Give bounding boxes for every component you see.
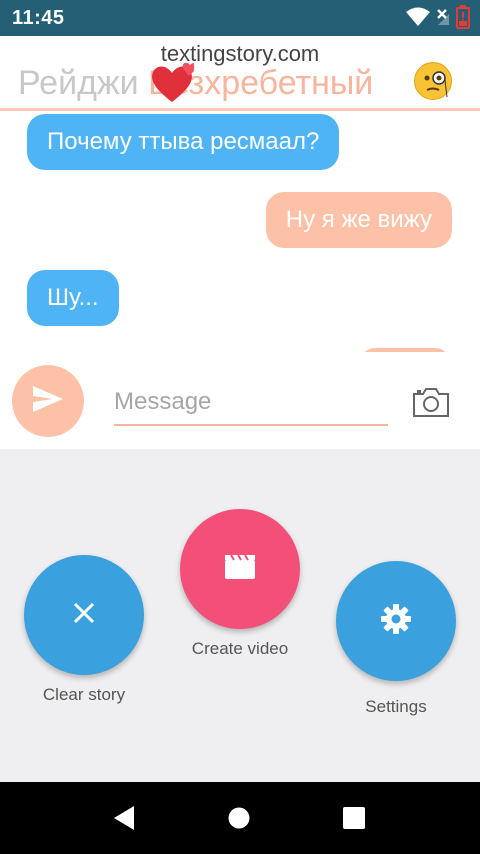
status-icons <box>406 5 470 34</box>
clear-story-button[interactable] <box>24 555 144 675</box>
message-composer <box>0 352 480 449</box>
contact-first-name: Рейджи <box>18 64 139 102</box>
message-text: Шу... <box>47 284 99 311</box>
settings-label: Settings <box>365 697 427 716</box>
camera-icon[interactable] <box>412 386 450 423</box>
no-signal-icon <box>436 8 450 31</box>
status-bar: 11:45 <box>0 0 480 36</box>
create-video-button[interactable] <box>180 509 300 629</box>
clear-story-label: Clear story <box>42 685 126 704</box>
create-video-label: Create video <box>191 639 289 658</box>
message-text: Ну я же вижу <box>285 206 432 233</box>
message-bubble-incoming[interactable]: Шу... <box>27 270 119 326</box>
contact-name[interactable]: Рейджи Безхребетный <box>18 64 373 103</box>
settings-button[interactable] <box>336 561 456 681</box>
status-time: 11:45 <box>12 7 65 29</box>
action-panel: Clear story Create video Settings <box>0 449 480 782</box>
message-input[interactable] <box>114 380 388 426</box>
back-icon[interactable] <box>104 800 144 836</box>
watermark: textingstory.com <box>160 41 320 66</box>
message-bubble-incoming[interactable]: Почему ттыва ресмаал? <box>27 114 340 170</box>
close-icon <box>73 602 95 629</box>
gear-icon <box>380 603 412 640</box>
wifi-icon <box>406 7 430 32</box>
send-icon <box>31 384 65 419</box>
recents-icon[interactable] <box>334 798 374 838</box>
message-text: Почему ттыва ресмаал? <box>47 128 320 155</box>
home-icon[interactable] <box>219 798 259 838</box>
message-bubble-outgoing[interactable]: Ну я же вижу <box>265 192 452 248</box>
battery-low-icon <box>456 5 470 34</box>
navigation-bar <box>0 782 480 854</box>
monocle-face-emoji-icon <box>414 62 452 100</box>
chat-area[interactable]: textingstory.com Рейджи Безхребетный Поч… <box>0 36 480 352</box>
send-button[interactable] <box>12 365 84 437</box>
clapperboard-icon <box>224 553 256 585</box>
heart-emoji-icon <box>150 62 197 109</box>
